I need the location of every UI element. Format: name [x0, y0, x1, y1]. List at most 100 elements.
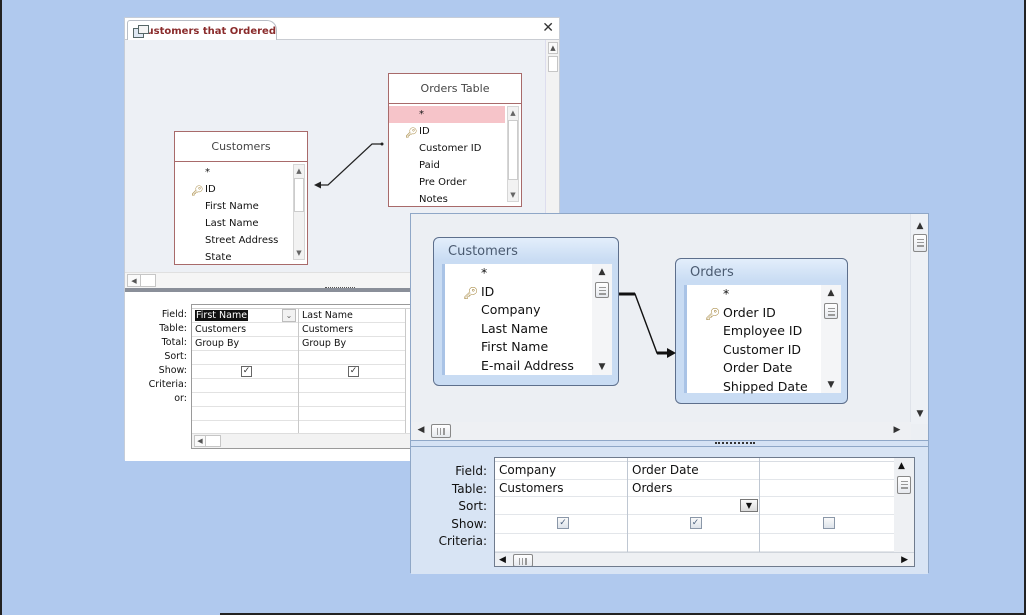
table-cell[interactable]: Customers: [192, 323, 298, 337]
field-item[interactable]: First Name: [175, 198, 307, 215]
orders-table-box[interactable]: Orders Table * 🔑︎ ID Customer ID Paid Pre…: [388, 73, 522, 207]
field-item[interactable]: Last Name: [175, 215, 307, 232]
scroll-down-icon[interactable]: ▼: [294, 247, 304, 259]
scroll-thumb[interactable]: [824, 303, 838, 319]
scroll-thumb[interactable]: [513, 554, 533, 566]
field-item[interactable]: *: [175, 164, 307, 181]
splitter-grip[interactable]: [715, 442, 755, 444]
scroll-right-icon[interactable]: ▶: [891, 425, 903, 435]
field-item[interactable]: Street Address: [175, 232, 307, 249]
empty-cell[interactable]: [299, 407, 405, 421]
close-icon[interactable]: ✕: [542, 20, 554, 36]
pane-horizontal-scrollbar[interactable]: ◀ ▶: [411, 422, 911, 440]
field-cell[interactable]: [760, 462, 894, 480]
field-list-scrollbar[interactable]: ▲ ▼: [507, 106, 519, 202]
sort-cell[interactable]: [299, 351, 405, 365]
field-item[interactable]: 🔑︎ ID: [389, 123, 521, 140]
scroll-left-icon[interactable]: ◀: [415, 425, 427, 435]
or-cell[interactable]: [299, 393, 405, 407]
field-cell[interactable]: Company: [495, 462, 627, 480]
scroll-thumb[interactable]: [913, 234, 927, 252]
scroll-up-icon[interactable]: ▲: [914, 220, 926, 232]
field-item[interactable]: *: [687, 285, 841, 304]
scroll-thumb[interactable]: [294, 178, 304, 212]
scroll-up-icon[interactable]: ▲: [508, 107, 518, 119]
grid-column[interactable]: [760, 458, 895, 552]
scroll-thumb[interactable]: [548, 56, 558, 72]
customers-table-box[interactable]: Customers * 🔑︎ ID Company Last Name First…: [433, 237, 619, 386]
field-item-selected[interactable]: *: [389, 106, 505, 123]
show-cell[interactable]: ✓: [495, 516, 627, 534]
field-item[interactable]: 🔑︎ ID: [175, 181, 307, 198]
customers-table-box[interactable]: Customers * 🔑︎ ID First Name Last Name St…: [174, 131, 308, 265]
field-item[interactable]: Shipped Date: [687, 378, 841, 397]
scroll-up-icon[interactable]: ▲: [548, 42, 558, 54]
scroll-thumb[interactable]: [595, 282, 609, 298]
orders-table-box[interactable]: Orders * 🔑︎ Order ID Employee ID Customer…: [675, 258, 848, 404]
scroll-thumb[interactable]: [205, 435, 221, 447]
table-cell[interactable]: [760, 480, 894, 497]
field-item[interactable]: 🔑︎ ID: [445, 283, 612, 302]
sort-cell[interactable]: [495, 497, 627, 515]
grid-column[interactable]: Company Customers ✓: [495, 458, 628, 552]
sort-cell[interactable]: [760, 497, 894, 515]
field-cell[interactable]: Last Name: [299, 309, 405, 323]
criteria-cell[interactable]: [192, 379, 298, 393]
grid-column[interactable]: First Name ⌄ Customers Group By ✓: [192, 309, 299, 439]
table-cell[interactable]: Customers: [299, 323, 405, 337]
criteria-cell[interactable]: [628, 534, 759, 552]
field-item[interactable]: Paid: [389, 157, 521, 174]
show-checkbox[interactable]: ✓: [348, 366, 359, 377]
document-tab[interactable]: Customers that Ordered: [127, 20, 277, 41]
total-cell[interactable]: Group By: [192, 337, 298, 351]
show-checkbox-unchecked[interactable]: [823, 516, 835, 529]
field-item[interactable]: Notes: [389, 191, 521, 208]
show-checkbox[interactable]: ✓: [689, 516, 702, 529]
field-list-scrollbar[interactable]: ▲ ▼: [293, 164, 305, 260]
field-item[interactable]: Customer ID: [687, 341, 841, 360]
field-item[interactable]: Last Name: [445, 320, 612, 339]
grid-column[interactable]: Last Name Customers Group By ✓: [299, 309, 406, 439]
field-item[interactable]: Order Date: [687, 359, 841, 378]
scroll-thumb[interactable]: [431, 424, 451, 438]
field-item[interactable]: 🔑︎ Order ID: [687, 304, 841, 323]
scroll-thumb[interactable]: [508, 120, 518, 180]
scroll-down-icon[interactable]: ▼: [596, 362, 608, 372]
show-cell[interactable]: [760, 516, 894, 534]
grid-horizontal-scrollbar[interactable]: ◀ ▶: [495, 552, 914, 566]
field-item[interactable]: E-mail Address: [445, 357, 612, 376]
sort-cell[interactable]: [192, 351, 298, 365]
scroll-up-icon[interactable]: ▲: [825, 288, 837, 298]
field-item[interactable]: Employee ID: [687, 322, 841, 341]
scroll-up-icon[interactable]: ▲: [294, 165, 304, 177]
field-item[interactable]: Company: [445, 301, 612, 320]
scroll-thumb[interactable]: [897, 476, 911, 494]
pane-splitter[interactable]: [411, 440, 928, 447]
grid-vertical-scrollbar[interactable]: ▲: [894, 458, 914, 552]
scroll-up-icon[interactable]: ▲: [596, 267, 608, 277]
show-cell[interactable]: ✓: [192, 365, 298, 379]
field-item[interactable]: *: [445, 264, 612, 283]
empty-cell[interactable]: [192, 407, 298, 421]
show-cell[interactable]: ✓: [628, 516, 759, 534]
chevron-down-icon[interactable]: ⌄: [282, 309, 296, 322]
scroll-left-icon[interactable]: ◀: [499, 555, 506, 565]
scroll-up-icon[interactable]: ▲: [898, 461, 905, 471]
table-cell[interactable]: Orders: [628, 480, 759, 497]
field-cell[interactable]: First Name ⌄: [192, 309, 298, 323]
scroll-down-icon[interactable]: ▼: [825, 380, 837, 390]
criteria-cell[interactable]: [495, 534, 627, 552]
sort-cell[interactable]: ▼: [628, 497, 759, 515]
table-cell[interactable]: Customers: [495, 480, 627, 497]
criteria-cell[interactable]: [299, 379, 405, 393]
scroll-down-icon[interactable]: ▼: [914, 408, 926, 420]
field-item[interactable]: State: [175, 249, 307, 266]
splitter-grip[interactable]: [325, 287, 355, 290]
show-checkbox[interactable]: ✓: [557, 516, 569, 529]
scroll-down-icon[interactable]: ▼: [508, 189, 518, 201]
scroll-left-icon[interactable]: ◀: [127, 274, 141, 287]
total-cell[interactable]: Group By: [299, 337, 405, 351]
field-cell[interactable]: Order Date: [628, 462, 759, 480]
field-list-scrollbar[interactable]: ▲ ▼: [592, 264, 612, 375]
scroll-thumb[interactable]: [140, 274, 156, 287]
